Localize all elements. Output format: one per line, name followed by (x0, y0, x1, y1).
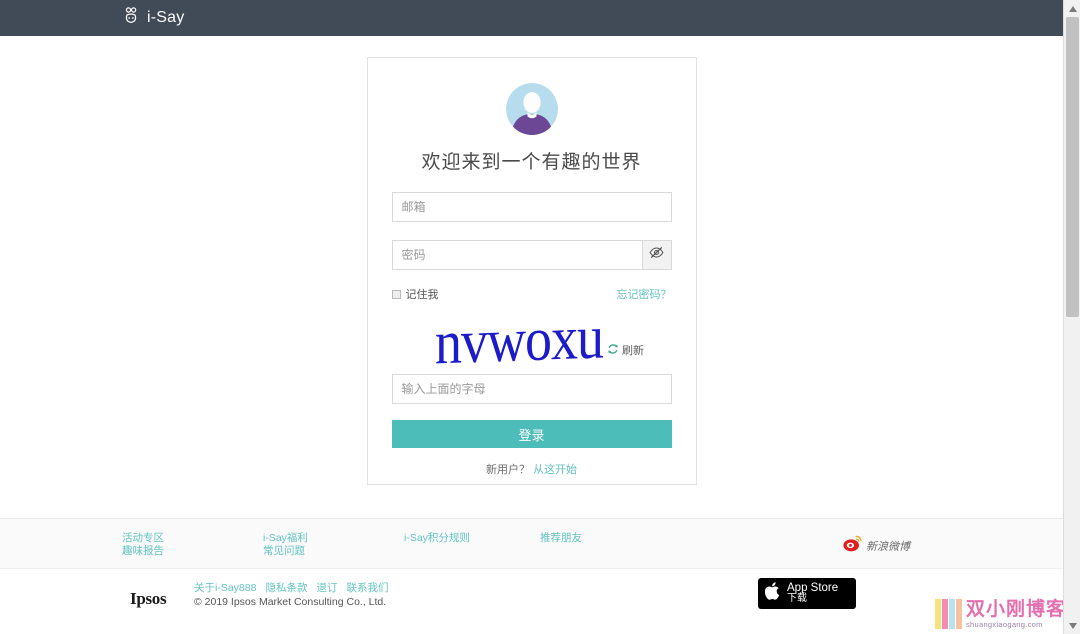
signup-link[interactable]: 从这开始 (533, 464, 577, 476)
footer-link-column-1: 活动专区 趣味报告 (122, 532, 164, 558)
weibo-link[interactable]: 新浪微博 (843, 535, 910, 557)
main-content: 欢迎来到一个有趣的世界 邮箱 记住我 忘记密码？ nvwoxu 刷新 输入上面的… (0, 36, 1063, 518)
scroll-up-arrow-icon[interactable] (1064, 0, 1080, 17)
apple-icon (764, 581, 782, 606)
eye-slash-icon (649, 245, 664, 265)
legal-link-contact[interactable]: 联系我们 (346, 580, 388, 595)
user-avatar-icon (505, 83, 558, 135)
footer-links-band: 活动专区 趣味报告 i-Say福利 常见问题 i-Say积分规则 推荐朋友 新浪… (0, 518, 1063, 568)
refresh-label: 刷新 (622, 345, 644, 357)
site-header: i-Say (0, 0, 1063, 36)
app-store-download-button[interactable]: App Store 下载 (758, 578, 856, 609)
refresh-icon (607, 343, 619, 358)
captcha-field-wrap (391, 374, 672, 404)
brand-name: i-Say (147, 9, 185, 26)
signup-prompt-text: 新用户？ (485, 464, 530, 476)
weibo-label: 新浪微博 (866, 541, 910, 553)
legal-links: 关于i-Say888 隐私条款 退订 联系我们 (194, 580, 388, 595)
footer-link-isay-benefits[interactable]: i-Say福利 (263, 532, 308, 545)
scrollbar-thumb[interactable] (1066, 17, 1079, 317)
captcha-row: nvwoxu 刷新 (392, 302, 672, 378)
app-store-line2: 下载 (787, 593, 807, 605)
checkbox-box-icon (391, 289, 401, 299)
footer-link-activities[interactable]: 活动专区 (122, 532, 164, 545)
password-visibility-toggle-button[interactable] (642, 240, 672, 270)
captcha-image: nvwoxu (435, 302, 603, 378)
footer-link-refer-friend[interactable]: 推荐朋友 (540, 532, 582, 545)
options-row: 记住我 忘记密码？ (391, 286, 672, 302)
remember-me-label: 记住我 (405, 289, 439, 301)
legal-link-privacy[interactable]: 隐私条款 (265, 580, 307, 595)
page-scrollbar[interactable] (1063, 0, 1080, 634)
password-field-wrap (391, 240, 672, 270)
footer-bottom: Ipsos 关于i-Say888 隐私条款 退订 联系我们 © 2019 Ips… (0, 568, 1063, 634)
app-store-text: App Store 下载 (787, 582, 838, 605)
password-input[interactable] (391, 240, 643, 270)
isay-logo-icon (122, 6, 142, 31)
signup-prompt-row: 新用户？ 从这开始 (392, 461, 672, 477)
login-card: 欢迎来到一个有趣的世界 邮箱 记住我 忘记密码？ nvwoxu 刷新 输入上面的… (366, 57, 697, 485)
browser-viewport: i-Say 欢迎来到一个有趣的世界 邮箱 记住我 忘记密码？ nvwoxu 刷新… (0, 0, 1063, 634)
captcha-refresh-button[interactable]: 刷新 (607, 342, 644, 358)
footer-link-column-3: i-Say积分规则 (404, 532, 470, 545)
footer-link-fun-reports[interactable]: 趣味报告 (122, 545, 164, 558)
email-field-wrap (391, 192, 672, 222)
remember-me-checkbox[interactable]: 记住我 (391, 286, 439, 302)
copyright-text: © 2019 Ipsos Market Consulting Co., Ltd. (194, 596, 387, 608)
captcha-input[interactable] (391, 374, 672, 404)
footer-link-points-rules[interactable]: i-Say积分规则 (404, 532, 470, 545)
login-button[interactable]: 登录 (391, 420, 672, 448)
footer-link-column-4: 推荐朋友 (540, 532, 582, 545)
ipsos-logo: Ipsos (130, 589, 167, 608)
weibo-icon (843, 535, 863, 557)
legal-link-about[interactable]: 关于i-Say888 (194, 580, 256, 595)
brand-logo[interactable]: i-Say (122, 6, 184, 31)
page-title: 欢迎来到一个有趣的世界 (421, 152, 642, 173)
legal-link-unsubscribe[interactable]: 退订 (316, 580, 337, 595)
forgot-password-link[interactable]: 忘记密码？ (617, 286, 672, 302)
email-input[interactable] (391, 192, 672, 222)
page-root: i-Say 欢迎来到一个有趣的世界 邮箱 记住我 忘记密码？ nvwoxu 刷新… (0, 0, 1080, 634)
avatar (392, 83, 672, 135)
footer-link-column-2: i-Say福利 常见问题 (263, 532, 308, 558)
footer-link-faq[interactable]: 常见问题 (263, 545, 308, 558)
scroll-down-arrow-icon[interactable] (1064, 617, 1080, 634)
